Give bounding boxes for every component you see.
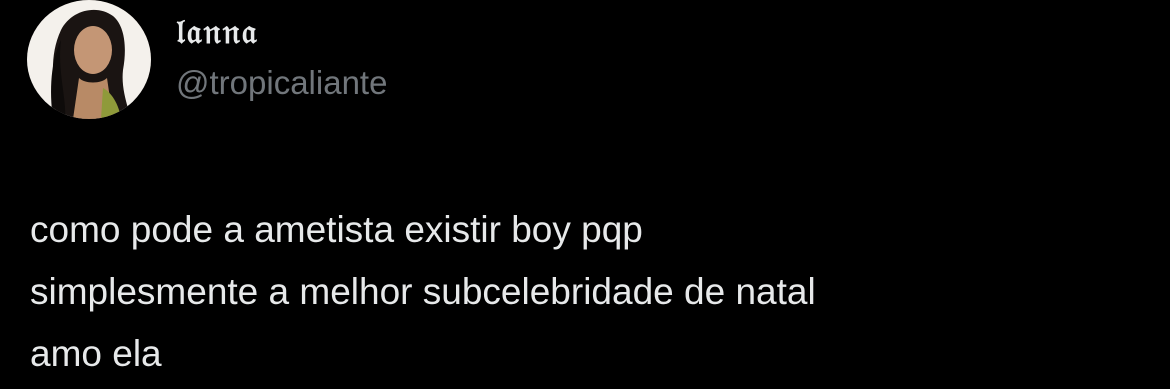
tweet-text-line: amo ela xyxy=(30,333,162,374)
handle[interactable]: @tropicaliante xyxy=(176,64,387,102)
tweet-text: como pode a ametista existir boy pqp sim… xyxy=(30,199,1140,385)
tweet-text-line: como pode a ametista existir boy pqp xyxy=(30,209,643,250)
tweet-text-line: simplesmente a melhor subcelebridade de … xyxy=(30,271,816,312)
tweet: 𝔩𝔞𝔫𝔫𝔞 @tropicaliante como pode a ametist… xyxy=(0,0,1170,389)
display-name[interactable]: 𝔩𝔞𝔫𝔫𝔞 xyxy=(176,12,259,52)
avatar-photo-icon xyxy=(27,0,151,119)
avatar[interactable] xyxy=(27,0,151,119)
